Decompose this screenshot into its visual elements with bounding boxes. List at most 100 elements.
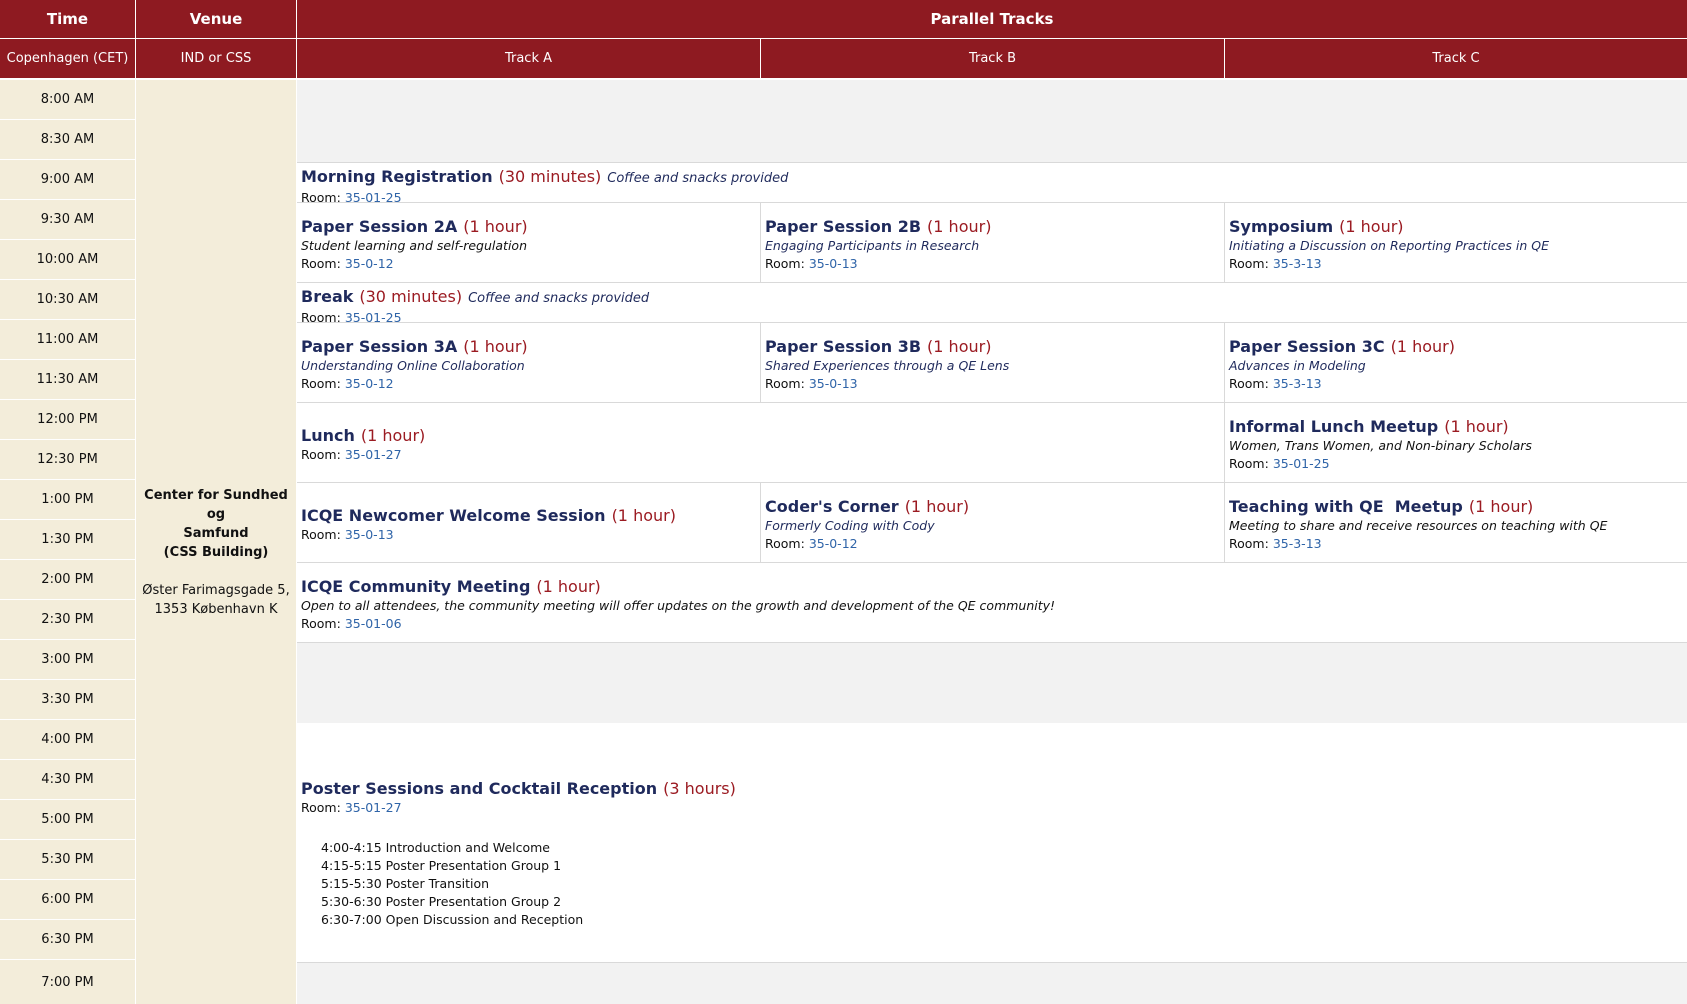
event-title: Paper Session 2B [765,217,922,236]
time-slot: 5:00 PM [0,800,135,839]
event-duration: (1 hour) [927,217,992,236]
event-duration: (1 hour) [904,497,970,516]
room-value: 35-0-13 [808,376,858,391]
event-morning-registration[interactable]: Morning Registration (30 minutes) Coffee a… [297,163,1687,203]
room-value: 35-3-13 [1272,376,1322,391]
event-community-meeting[interactable]: ICQE Community Meeting (1 hour) Open to a… [297,563,1687,643]
venue-cell: Center for Sundhed og Samfund (CSS Build… [136,80,296,1004]
event-duration: (1 hour) [1390,337,1455,356]
event-teaching-meetup[interactable]: Teaching with QE Meetup (1 hour) Meeting … [1225,483,1687,563]
event-title: Coder's Corner [765,497,899,516]
grid-line [297,402,1687,403]
time-slot: 12:30 PM [0,440,135,479]
event-title: Break [301,287,354,306]
room-label: Room: [301,256,341,271]
venue-name: Center for Sundhed og Samfund (CSS Build… [144,488,288,560]
event-duration: (1 hour) [1444,417,1509,436]
event-paper-session-3c[interactable]: Paper Session 3C (1 hour) Advances in Mod… [1225,323,1687,403]
time-header: Time [0,0,135,38]
time-slot: 8:30 AM [0,120,135,159]
event-duration: (1 hour) [463,217,528,236]
event-paper-session-2a[interactable]: Paper Session 2A (1 hour) Student learnin… [297,203,760,283]
time-slot: 10:30 AM [0,280,135,319]
event-duration: (1 hour) [536,577,601,596]
room-value: 35-01-06 [344,616,402,631]
event-title: ICQE Community Meeting [301,577,531,596]
room-value: 35-3-13 [1272,536,1322,551]
event-duration: (1 hour) [1339,217,1404,236]
time-slot: 5:30 PM [0,840,135,879]
event-title: Informal Lunch Meetup [1229,417,1439,436]
event-note: Coffee and snacks provided [607,171,789,186]
event-subtitle: Engaging Participants in Research [765,238,980,253]
schedule-item: 4:15-5:15 Poster Presentation Group 1 [321,858,562,873]
event-lunch[interactable]: Lunch (1 hour) Room: 35-01-27 [297,403,1224,483]
event-subtitle: Understanding Online Collaboration [301,358,525,373]
time-slot: 6:30 PM [0,920,135,959]
event-subtitle: Advances in Modeling [1229,358,1366,373]
time-slot: 10:00 AM [0,240,135,279]
room-value: 35-01-27 [344,447,402,462]
event-break[interactable]: Break (30 minutes) Coffee and snacks provi… [297,283,1687,323]
room-label: Room: [1229,376,1269,391]
grid-line [297,642,1687,643]
event-newcomer-welcome[interactable]: ICQE Newcomer Welcome Session (1 hour) Ro… [297,483,760,563]
schedule-item: 6:30-7:00 Open Discussion and Reception [321,912,584,927]
event-duration: (1 hour) [1468,497,1534,516]
event-subtitle: Women, Trans Women, and Non-binary Schol… [1229,438,1532,453]
event-title: Poster Sessions and Cocktail Reception [301,779,658,798]
time-slot: 8:00 AM [0,80,135,119]
event-subtitle: Meeting to share and receive resources o… [1229,518,1608,533]
empty-slot [297,963,1687,1004]
event-title: Morning Registration [301,167,493,186]
event-informal-lunch-meetup[interactable]: Informal Lunch Meetup (1 hour) Women, Tra… [1225,403,1687,483]
event-duration: (3 hours) [663,779,736,798]
grid-line [297,962,1687,963]
room-label: Room: [1229,256,1269,271]
venue-address: Øster Farimagsgade 5, 1353 København K [142,583,290,617]
timezone-header: Copenhagen (CET) [0,39,135,78]
event-duration: (1 hour) [463,337,528,356]
event-subtitle: Shared Experiences through a QE Lens [765,358,1010,373]
room-value: 35-3-13 [1272,256,1322,271]
room-value: 35-0-13 [808,256,858,271]
event-title: ICQE Newcomer Welcome Session [301,506,606,525]
event-paper-session-3b[interactable]: Paper Session 3B (1 hour) Shared Experien… [761,323,1224,403]
schedule-grid: Time Venue Parallel Tracks Copenhagen (C… [0,0,1687,1004]
event-coders-corner[interactable]: Coder's Corner (1 hour) Formerly Coding w… [761,483,1224,563]
event-poster-sessions[interactable]: Poster Sessions and Cocktail Reception (3… [297,723,1687,963]
schedule-item: 5:30-6:30 Poster Presentation Group 2 [321,894,562,909]
grid-line [297,482,1687,483]
time-slot: 4:30 PM [0,760,135,799]
grid-line [297,322,1687,323]
track-b-header: Track B [761,39,1224,78]
time-slot: 12:00 PM [0,400,135,439]
grid-line [1224,403,1225,483]
event-paper-session-2b[interactable]: Paper Session 2B (1 hour) Engaging Partic… [761,203,1224,283]
event-duration: (1 hour) [927,337,992,356]
time-slot: 7:00 PM [0,960,135,1004]
time-slot: 1:00 PM [0,480,135,519]
parallel-tracks-header: Parallel Tracks [297,0,1687,38]
time-slot: 9:30 AM [0,200,135,239]
event-title: Teaching with QE Meetup [1229,497,1463,516]
event-title: Paper Session 3A [301,337,458,356]
event-subtitle: Formerly Coding with Cody [765,518,935,533]
schedule-item: 4:00-4:15 Introduction and Welcome [321,840,550,855]
room-value: 35-01-25 [1272,456,1330,471]
time-slot: 11:00 AM [0,320,135,359]
room-label: Room: [301,527,341,542]
event-paper-session-3a[interactable]: Paper Session 3A (1 hour) Understanding O… [297,323,760,403]
time-slot: 9:00 AM [0,160,135,199]
event-duration: (30 minutes) [498,167,602,186]
time-slot: 1:30 PM [0,520,135,559]
grid-line [1224,203,1225,283]
track-a-header: Track A [297,39,760,78]
event-duration: (30 minutes) [359,287,463,306]
empty-slot [297,643,1687,723]
room-label: Room: [301,376,341,391]
grid-line [760,483,761,563]
room-value: 35-0-13 [344,527,394,542]
event-duration: (1 hour) [611,506,676,525]
event-symposium[interactable]: Symposium (1 hour) Initiating a Discussio… [1225,203,1687,283]
